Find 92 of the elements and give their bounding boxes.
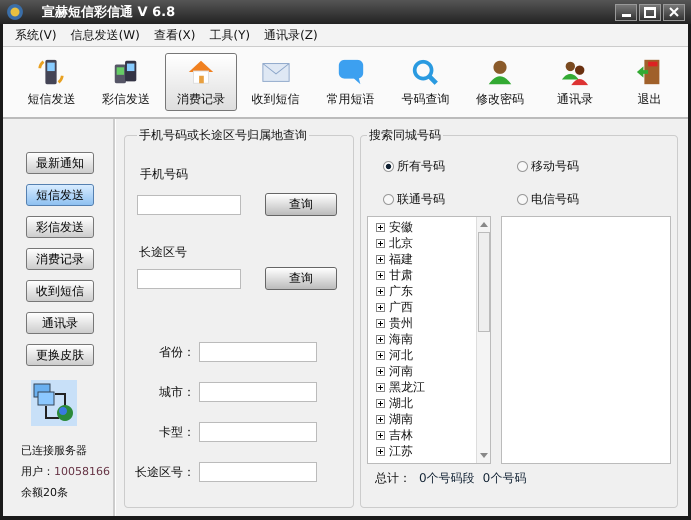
field-label: 省份： — [158, 344, 195, 360]
toolbar-button[interactable]: 消费记录 — [164, 53, 238, 111]
sidebar-button[interactable]: 短信发送 — [26, 184, 94, 206]
toolbar-button[interactable]: 常用短语 — [314, 53, 387, 111]
result-field[interactable] — [199, 342, 317, 362]
radio-button[interactable] — [517, 194, 528, 205]
result-field[interactable] — [199, 382, 317, 402]
group-title: 手机号码或长途区号归属地查询 — [138, 127, 308, 144]
tree-item[interactable]: 河北 — [389, 347, 413, 363]
tree-item[interactable]: 海南 — [389, 331, 413, 347]
result-field[interactable] — [199, 422, 317, 442]
total-label: 总计： — [375, 470, 411, 487]
tree-item[interactable]: 福建 — [389, 251, 413, 267]
scroll-up-icon[interactable] — [480, 222, 488, 227]
sidebar-button[interactable]: 消费记录 — [26, 248, 94, 270]
close-button[interactable] — [663, 4, 685, 20]
toolbar-button[interactable]: 收到短信 — [239, 53, 312, 111]
tree-item[interactable]: 江苏 — [389, 443, 413, 459]
tree-item[interactable]: 吉林 — [389, 427, 413, 443]
toolbar-button[interactable]: 修改密码 — [464, 53, 536, 111]
expand-icon[interactable] — [376, 254, 385, 264]
app-logo-icon — [6, 3, 24, 21]
tree-item[interactable]: 河南 — [389, 363, 413, 379]
input-field[interactable] — [137, 194, 241, 214]
expand-icon[interactable] — [376, 286, 385, 296]
network-icon — [31, 380, 77, 426]
radio-button[interactable] — [383, 161, 394, 172]
segment-count: 0个号码段 — [419, 470, 475, 487]
sidebar-button[interactable]: 通讯录 — [26, 312, 94, 334]
toolbar-button[interactable]: 彩信发送 — [90, 53, 163, 111]
expand-icon[interactable] — [376, 238, 385, 248]
input-field[interactable] — [137, 268, 241, 288]
window-title: 宣赫短信彩信通 V 6.8 — [42, 4, 176, 21]
query-button[interactable]: 查询 — [265, 267, 337, 290]
scrollbar[interactable] — [476, 217, 490, 463]
radio-option[interactable]: 所有号码 — [383, 158, 517, 175]
toolbar-button[interactable]: 通讯录 — [538, 53, 612, 111]
expand-icon[interactable] — [376, 430, 385, 440]
field-label: 长途区号 — [139, 244, 188, 261]
expand-icon[interactable] — [376, 446, 385, 456]
expand-icon[interactable] — [376, 222, 385, 232]
user-id: 10058166 — [54, 465, 110, 478]
connection-status: 已连接服务器 — [21, 443, 87, 459]
radio-option[interactable]: 电信号码 — [517, 191, 637, 208]
expand-icon[interactable] — [376, 318, 385, 328]
balance-text: 余额20条 — [21, 485, 68, 501]
result-field[interactable] — [199, 462, 317, 482]
field-label: 手机号码 — [140, 166, 189, 183]
expand-icon[interactable] — [376, 366, 385, 376]
group-title: 搜索同城号码 — [368, 127, 442, 144]
expand-icon[interactable] — [376, 334, 385, 344]
tree-item[interactable]: 湖北 — [389, 395, 413, 411]
expand-icon[interactable] — [376, 398, 385, 408]
menu-item[interactable]: 查看(X) — [154, 26, 196, 44]
close-icon — [669, 7, 679, 17]
minimize-button[interactable] — [615, 4, 637, 20]
tree-item[interactable]: 黑龙江 — [389, 379, 425, 395]
tree-item[interactable]: 北京 — [389, 235, 413, 251]
number-count: 0个号码 — [482, 470, 526, 487]
query-button[interactable]: 查询 — [265, 193, 337, 216]
tree-item[interactable]: 湖南 — [389, 411, 413, 427]
tree-item[interactable]: 安徽 — [389, 219, 413, 235]
toolbar-button[interactable]: 号码查询 — [388, 53, 462, 111]
menu-item[interactable]: 通讯录(Z) — [264, 26, 318, 44]
field-label: 长途区号： — [134, 464, 195, 480]
sidebar-button[interactable]: 更换皮肤 — [26, 344, 94, 366]
tree-item[interactable]: 贵州 — [389, 315, 413, 331]
expand-icon[interactable] — [376, 350, 385, 360]
tree-item[interactable]: 甘肃 — [389, 267, 413, 283]
menu-item[interactable]: 工具(Y) — [209, 26, 250, 44]
expand-icon[interactable] — [376, 382, 385, 392]
radio-button[interactable] — [517, 161, 528, 172]
toolbar-button[interactable]: 退出 — [613, 53, 686, 111]
tree-item[interactable]: 广西 — [389, 299, 413, 315]
radio-option[interactable]: 移动号码 — [517, 158, 637, 175]
sidebar-button[interactable]: 彩信发送 — [26, 216, 94, 238]
expand-icon[interactable] — [376, 270, 385, 280]
sidebar-button[interactable]: 最新通知 — [26, 152, 94, 174]
maximize-button[interactable] — [639, 4, 661, 20]
menu-item[interactable]: 系统(V) — [15, 26, 57, 44]
toolbar-button[interactable]: 短信发送 — [15, 53, 88, 111]
menu-item[interactable]: 信息发送(W) — [70, 26, 140, 44]
expand-icon[interactable] — [376, 414, 385, 424]
radio-button[interactable] — [383, 194, 394, 205]
radio-option[interactable]: 联通号码 — [383, 191, 517, 208]
sidebar-button[interactable]: 收到短信 — [26, 280, 94, 302]
field-label: 卡型： — [158, 424, 195, 440]
tree-item[interactable]: 广东 — [389, 283, 413, 299]
field-label: 城市： — [158, 384, 195, 400]
scroll-down-icon[interactable] — [480, 453, 488, 458]
user-label: 用户： — [21, 464, 54, 480]
expand-icon[interactable] — [376, 302, 385, 312]
